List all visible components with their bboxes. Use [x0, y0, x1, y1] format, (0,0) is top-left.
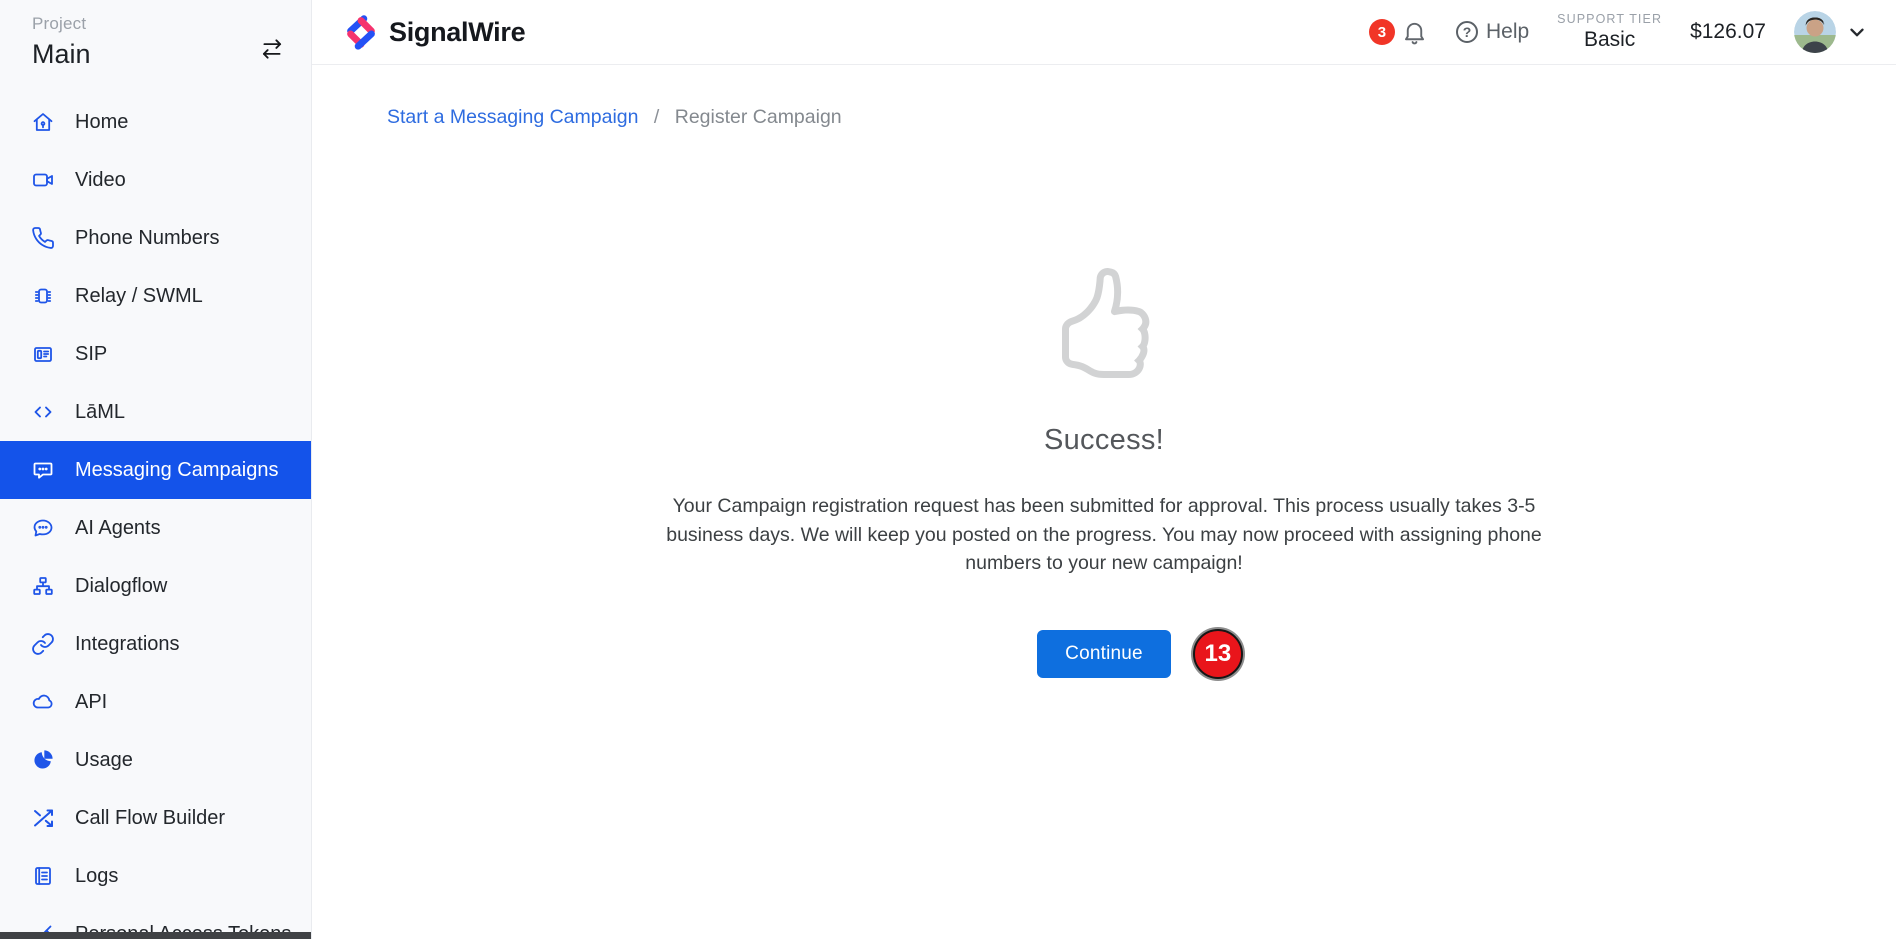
question-circle-icon: ?	[1456, 21, 1478, 43]
support-tier-label: SUPPORT TIER	[1557, 12, 1662, 26]
signalwire-logo-icon	[342, 11, 380, 53]
swap-horizontal-icon[interactable]	[257, 34, 287, 64]
sidebar-item-label: Messaging Campaigns	[75, 459, 278, 482]
sidebar-item-label: SIP	[75, 343, 107, 366]
continue-button[interactable]: Continue	[1037, 630, 1171, 678]
thumbs-up-icon	[1048, 268, 1160, 385]
sidebar-item-ai-agents[interactable]: AI Agents	[0, 499, 311, 557]
sidebar-item-label: LāML	[75, 401, 125, 424]
sidebar-item-integrations[interactable]: Integrations	[0, 615, 311, 673]
breadcrumb: Start a Messaging Campaign / Register Ca…	[312, 65, 1896, 129]
sidebar-item-sip[interactable]: SIP	[0, 325, 311, 383]
sidebar-item-messaging-campaigns[interactable]: Messaging Campaigns	[0, 441, 311, 499]
video-camera-icon	[30, 167, 56, 193]
sidebar-item-phone-numbers[interactable]: Phone Numbers	[0, 209, 311, 267]
sidebar-item-label: AI Agents	[75, 517, 161, 540]
code-icon	[30, 399, 56, 425]
signalwire-logo[interactable]: SignalWire	[342, 11, 525, 53]
horizontal-scrollbar-thumb[interactable]	[0, 932, 312, 939]
sidebar: Project Main Home Video Phone Numbers	[0, 0, 312, 939]
breadcrumb-separator: /	[654, 106, 659, 128]
sidebar-item-label: Logs	[75, 865, 118, 888]
sidebar-item-label: Call Flow Builder	[75, 807, 225, 830]
bell-icon	[1401, 19, 1428, 46]
flow-nodes-icon	[30, 573, 56, 599]
top-header: SignalWire 3 ? Help	[312, 0, 1896, 65]
sidebar-nav: Home Video Phone Numbers Relay / SWML SI…	[0, 93, 311, 939]
chevron-down-icon	[1846, 21, 1868, 43]
sidebar-item-label: API	[75, 691, 107, 714]
project-switcher-block: Project Main	[0, 0, 311, 70]
app-window: Project Main Home Video Phone Numbers	[0, 0, 1896, 939]
project-name: Main	[32, 39, 287, 70]
user-avatar	[1794, 11, 1836, 53]
success-message: Your Campaign registration request has b…	[632, 492, 1577, 578]
message-bubble-icon	[30, 457, 56, 483]
breadcrumb-link[interactable]: Start a Messaging Campaign	[387, 106, 638, 128]
help-button[interactable]: ? Help	[1456, 20, 1529, 44]
sidebar-item-relay-swml[interactable]: Relay / SWML	[0, 267, 311, 325]
sip-device-icon	[30, 341, 56, 367]
sidebar-item-dialogflow[interactable]: Dialogflow	[0, 557, 311, 615]
home-icon	[30, 109, 56, 135]
account-balance[interactable]: $126.07	[1690, 20, 1766, 44]
click-annotation-badge: 13	[1193, 629, 1243, 679]
sidebar-item-label: Home	[75, 111, 128, 134]
sidebar-item-video[interactable]: Video	[0, 151, 311, 209]
support-tier-value: Basic	[1557, 28, 1662, 52]
pie-chart-icon	[30, 747, 56, 773]
sidebar-item-label: Relay / SWML	[75, 285, 203, 308]
sidebar-item-l-ml[interactable]: LāML	[0, 383, 311, 441]
cloud-icon	[30, 689, 56, 715]
sidebar-item-label: Video	[75, 169, 126, 192]
shuffle-icon	[30, 805, 56, 831]
sidebar-item-label: Phone Numbers	[75, 227, 220, 250]
notification-badge: 3	[1369, 19, 1395, 45]
ai-chat-icon	[30, 515, 56, 541]
page-title: Success!	[1044, 424, 1164, 457]
main-content: Start a Messaging Campaign / Register Ca…	[312, 65, 1896, 939]
sidebar-item-logs[interactable]: Logs	[0, 847, 311, 905]
sidebar-item-call-flow-builder[interactable]: Call Flow Builder	[0, 789, 311, 847]
sidebar-item-usage[interactable]: Usage	[0, 731, 311, 789]
breadcrumb-current: Register Campaign	[675, 106, 842, 128]
help-label: Help	[1486, 20, 1529, 44]
sidebar-item-label: Integrations	[75, 633, 180, 656]
brand-name: SignalWire	[389, 17, 525, 48]
sidebar-item-label: Dialogflow	[75, 575, 167, 598]
phone-icon	[30, 225, 56, 251]
logs-book-icon	[30, 863, 56, 889]
sidebar-item-home[interactable]: Home	[0, 93, 311, 151]
sidebar-item-label: Usage	[75, 749, 133, 772]
project-label: Project	[32, 14, 287, 34]
support-tier: SUPPORT TIER Basic	[1557, 12, 1662, 53]
notifications-button[interactable]: 3	[1369, 19, 1428, 46]
account-menu[interactable]	[1794, 11, 1868, 53]
link-icon	[30, 631, 56, 657]
chip-icon	[30, 283, 56, 309]
sidebar-item-api[interactable]: API	[0, 673, 311, 731]
